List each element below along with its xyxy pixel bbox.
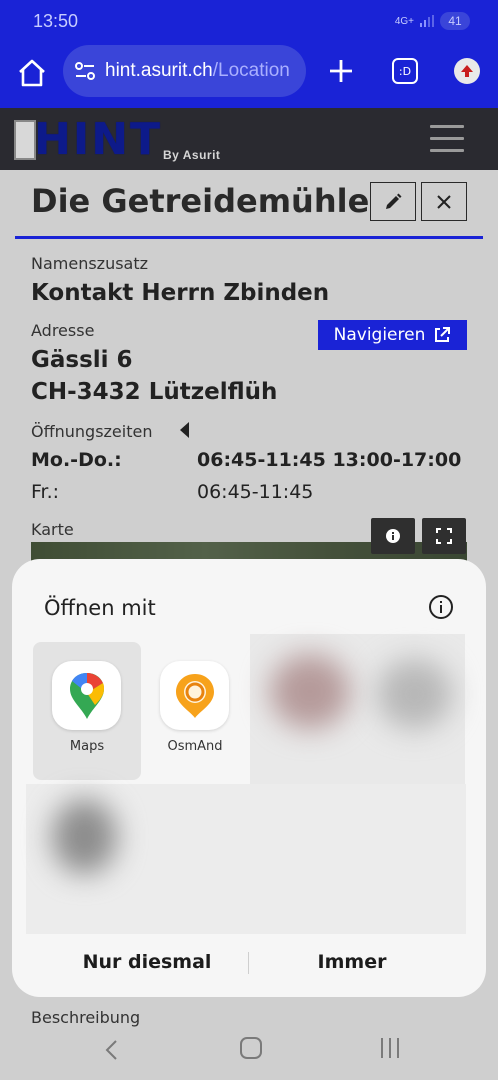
address-line-1: Gässli 6 bbox=[31, 347, 133, 373]
external-link-icon bbox=[435, 327, 451, 342]
upload-arrow-icon bbox=[461, 65, 473, 77]
system-nav-bar bbox=[0, 1030, 498, 1080]
open-with-sheet: Öffnen mit Maps OsmAnd Nur diesmal Immer bbox=[12, 559, 486, 997]
recents-icon[interactable] bbox=[381, 1038, 403, 1060]
url-host: hint.asurit.ch bbox=[105, 60, 213, 81]
battery-indicator: 41 bbox=[440, 12, 470, 30]
address-line-2: CH-3432 Lützelflüh bbox=[31, 379, 278, 405]
blurred-app-icon bbox=[270, 654, 350, 729]
status-bar: 13:50 4G+ 41 bbox=[0, 0, 498, 42]
app-label: OsmAnd bbox=[167, 739, 223, 754]
sheet-button-divider bbox=[248, 952, 249, 974]
pencil-icon bbox=[386, 193, 402, 209]
hours-day: Fr.: bbox=[31, 481, 60, 503]
close-button[interactable] bbox=[421, 182, 467, 221]
edit-button[interactable] bbox=[370, 182, 416, 221]
logo-by: By Asurit bbox=[163, 148, 221, 162]
page-title: Die Getreidemühle bbox=[31, 182, 370, 220]
collapse-arrow-icon[interactable] bbox=[180, 422, 189, 438]
status-icons: 4G+ 41 bbox=[395, 12, 470, 30]
fullscreen-icon bbox=[436, 528, 452, 544]
namenszusatz-label: Namenszusatz bbox=[31, 254, 149, 273]
app-option-maps[interactable]: Maps bbox=[33, 642, 141, 780]
app-label: Maps bbox=[69, 739, 105, 754]
url-path: /Location bbox=[212, 60, 290, 81]
close-icon bbox=[437, 194, 451, 209]
adresse-label: Adresse bbox=[31, 321, 95, 340]
hours-time: 06:45-11:45 bbox=[197, 481, 314, 503]
description-label: Beschreibung bbox=[31, 1008, 141, 1027]
site-settings-icon[interactable] bbox=[73, 59, 97, 83]
browser-toolbar: hint.asurit.ch/Location :D bbox=[0, 42, 498, 108]
logo-text: HINT bbox=[34, 114, 163, 165]
always-button[interactable]: Immer bbox=[252, 951, 452, 973]
google-maps-icon bbox=[52, 661, 121, 730]
fullscreen-button[interactable] bbox=[422, 518, 466, 554]
signal-bars-icon bbox=[420, 15, 434, 27]
new-tab-icon[interactable] bbox=[326, 56, 356, 86]
namenszusatz-value: Kontakt Herrn Zbinden bbox=[31, 280, 330, 306]
signal-icon: 4G+ bbox=[394, 15, 414, 27]
logo-building-icon bbox=[14, 120, 36, 160]
map-label: Karte bbox=[31, 520, 74, 539]
info-icon[interactable] bbox=[428, 594, 454, 620]
back-icon[interactable] bbox=[100, 1038, 124, 1062]
navigate-button[interactable]: Navigieren bbox=[318, 320, 467, 350]
osmand-icon bbox=[160, 661, 229, 730]
blurred-app-icon bbox=[377, 659, 452, 729]
just-once-button[interactable]: Nur diesmal bbox=[47, 951, 247, 973]
site-logo[interactable]: HINT By Asurit bbox=[14, 114, 229, 166]
blurred-app-icon bbox=[52, 799, 117, 874]
home-nav-icon[interactable] bbox=[240, 1037, 262, 1059]
menu-icon[interactable] bbox=[430, 125, 464, 153]
hours-time: 06:45-11:45 13:00-17:00 bbox=[197, 449, 462, 471]
sheet-title: Öffnen mit bbox=[44, 596, 156, 620]
profile-icon[interactable] bbox=[454, 58, 480, 84]
opening-hours-label: Öffnungszeiten bbox=[31, 422, 153, 441]
info-icon bbox=[386, 529, 400, 543]
app-option-osmand[interactable]: OsmAnd bbox=[141, 642, 249, 780]
title-divider bbox=[15, 236, 483, 239]
map-info-button[interactable] bbox=[371, 518, 415, 554]
status-time: 13:50 bbox=[33, 11, 79, 31]
home-icon[interactable] bbox=[16, 57, 48, 89]
site-header: HINT By Asurit bbox=[0, 108, 498, 170]
url-bar[interactable]: hint.asurit.ch/Location bbox=[63, 45, 306, 97]
tabs-button[interactable]: :D bbox=[392, 58, 418, 84]
navigate-label: Navigieren bbox=[333, 325, 426, 345]
hours-day: Mo.-Do.: bbox=[31, 449, 122, 471]
